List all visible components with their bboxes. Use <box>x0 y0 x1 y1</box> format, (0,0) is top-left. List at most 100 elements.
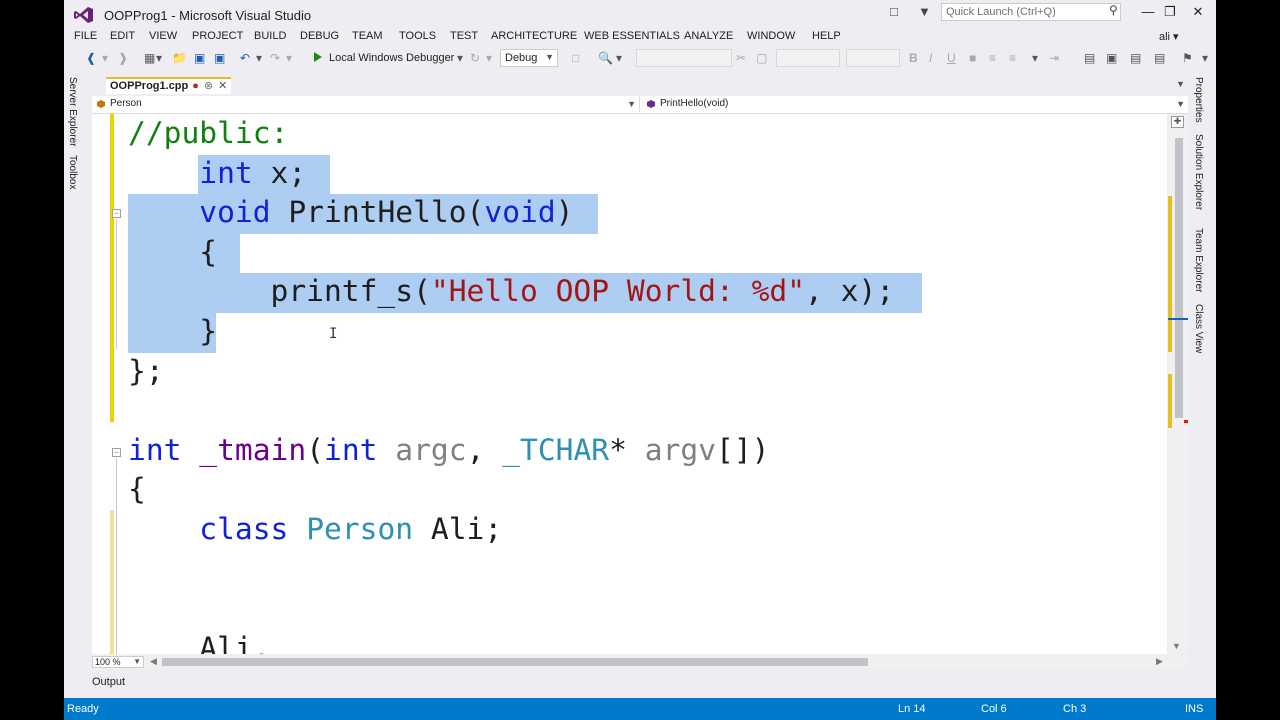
window-title: OOPProg1 - Microsoft Visual Studio <box>104 8 312 23</box>
search-icon[interactable]: ⚲ <box>1109 3 1118 17</box>
scope-dropdown[interactable]: Person ▼ <box>92 96 640 112</box>
menu-debug[interactable]: DEBUG <box>300 30 339 42</box>
comment-icon[interactable]: ▤ <box>1130 51 1141 65</box>
code-token: }; <box>128 353 164 388</box>
menu-team[interactable]: TEAM <box>352 30 383 42</box>
scroll-left-icon[interactable]: ◀ <box>150 656 157 667</box>
bookmark-icon[interactable]: ▣ <box>1106 51 1117 65</box>
start-debugger-button[interactable]: Local Windows Debugger <box>329 52 454 64</box>
solution-explorer-tab[interactable]: Solution Explorer <box>1193 134 1204 210</box>
dropdown-icon[interactable]: ▾ <box>486 51 492 65</box>
disabled-combo[interactable] <box>846 49 900 67</box>
underline-icon[interactable]: U <box>947 51 956 65</box>
toolbar-options-icon[interactable]: ▾ <box>1202 51 1208 65</box>
output-tab[interactable]: Output <box>92 676 125 688</box>
quick-launch-input[interactable]: Quick Launch (Ctrl+Q) <box>941 3 1121 21</box>
zoom-value: 100 % <box>95 657 121 667</box>
cut-icon[interactable]: ✂ <box>736 51 746 65</box>
pin-icon[interactable]: ⊗ <box>204 80 213 92</box>
disabled-combo[interactable] <box>776 49 840 67</box>
scope-value: Person <box>110 98 142 109</box>
user-account[interactable]: ali ▾ <box>1159 30 1179 43</box>
scroll-right-icon[interactable]: ▶ <box>1156 656 1163 667</box>
disabled-combo[interactable] <box>636 49 732 67</box>
status-state: Ready <box>67 703 99 715</box>
dropdown-icon[interactable]: ▾ <box>286 51 292 65</box>
team-explorer-tab[interactable]: Team Explorer <box>1193 228 1204 292</box>
copy-icon[interactable]: ▢ <box>756 51 767 65</box>
vertical-scroll-thumb[interactable] <box>1175 138 1183 418</box>
horizontal-scroll-thumb[interactable] <box>162 658 868 666</box>
scrollbar-change-marker <box>1168 196 1172 352</box>
code-token: , x); <box>805 274 895 309</box>
restore-button[interactable]: ❐ <box>1156 4 1184 20</box>
server-explorer-tab[interactable]: Server Explorer <box>67 77 78 146</box>
start-debugging-icon[interactable] <box>314 52 322 62</box>
scroll-down-icon[interactable]: ▼ <box>1172 641 1181 651</box>
zoom-select[interactable]: 100 % ▼ <box>92 656 144 668</box>
code-token: int <box>324 432 378 467</box>
solution-configuration-select[interactable]: Debug ▼ <box>500 49 558 67</box>
status-char: Ch 3 <box>1063 703 1087 715</box>
refresh-icon[interactable]: ↻ <box>470 51 480 65</box>
back-icon[interactable]: ❰ <box>86 51 96 65</box>
properties-tab[interactable]: Properties <box>1193 77 1204 123</box>
dropdown-icon[interactable]: ▾ <box>616 51 622 65</box>
collapse-icon[interactable]: − <box>112 209 121 218</box>
member-value: PrintHello(void) <box>660 98 729 109</box>
visual-studio-window: OOPProg1 - Microsoft Visual Studio □ ▼ Q… <box>64 0 1216 720</box>
font-color-icon[interactable]: ■ <box>969 51 976 65</box>
forward-icon[interactable]: ❱ <box>118 51 128 65</box>
save-all-icon[interactable]: ▣ <box>214 51 225 65</box>
menu-build[interactable]: BUILD <box>254 30 286 42</box>
menu-help[interactable]: HELP <box>812 30 841 42</box>
new-project-icon[interactable]: ▦ <box>144 51 155 65</box>
horizontal-scrollbar[interactable]: 100 % ▼ ◀ ▶ <box>92 655 1188 669</box>
menu-view[interactable]: VIEW <box>149 30 177 42</box>
redo-icon[interactable]: ↷ <box>270 51 280 65</box>
tab-list-icon[interactable]: ▼ <box>1176 79 1185 89</box>
bold-icon[interactable]: B <box>909 51 918 65</box>
notifications-filter-icon[interactable]: ▼ <box>918 4 931 19</box>
close-button[interactable]: ✕ <box>1184 4 1212 20</box>
member-dropdown[interactable]: PrintHello(void) ▼ <box>642 96 1188 112</box>
browse-icon[interactable]: □ <box>572 51 579 65</box>
menu-tools[interactable]: TOOLS <box>399 30 436 42</box>
save-icon[interactable]: ▣ <box>194 51 205 65</box>
close-tab-icon[interactable]: ✕ <box>218 80 227 92</box>
open-file-icon[interactable]: 📁 <box>172 51 187 65</box>
menu-architecture[interactable]: ARCHITECTURE <box>491 30 577 42</box>
dropdown-icon[interactable]: ▾ <box>256 51 262 65</box>
uncomment-icon[interactable]: ▤ <box>1154 51 1165 65</box>
toolbox-icon[interactable]: ▤ <box>1084 51 1095 65</box>
dropdown-icon[interactable]: ▾ <box>102 51 108 65</box>
flag-icon[interactable]: ⚑ <box>1182 51 1193 65</box>
menu-edit[interactable]: EDIT <box>110 30 135 42</box>
menu-analyze[interactable]: ANALYZE <box>684 30 733 42</box>
collapse-icon[interactable]: − <box>112 448 121 457</box>
dropdown-icon[interactable]: ▾ <box>457 51 463 65</box>
document-tab[interactable]: OOPProg1.cpp ● ⊗ ✕ <box>106 77 232 94</box>
bullets-icon[interactable]: ≡ <box>1009 51 1016 65</box>
menu-web-essentials[interactable]: WEB ESSENTIALS <box>584 30 680 42</box>
dropdown-icon[interactable]: ▾ <box>156 51 162 65</box>
menu-window[interactable]: WINDOW <box>747 30 795 42</box>
menu-test[interactable]: TEST <box>450 30 478 42</box>
find-icon[interactable]: 🔍 <box>598 51 613 65</box>
class-icon <box>97 100 105 108</box>
code-token: Ali; <box>413 511 503 546</box>
dropdown-icon[interactable]: ▾ <box>1032 51 1038 65</box>
menu-project[interactable]: PROJECT <box>192 30 243 42</box>
italic-icon[interactable]: I <box>929 51 932 65</box>
menu-file[interactable]: FILE <box>74 30 97 42</box>
split-window-icon[interactable]: ✚ <box>1171 116 1184 128</box>
code-editor[interactable]: − − //public: int x; void PrintHello(voi… <box>92 114 1167 654</box>
align-icon[interactable]: ≡ <box>989 51 996 65</box>
toolbox-tab[interactable]: Toolbox <box>67 155 78 189</box>
class-view-tab[interactable]: Class View <box>1193 304 1204 353</box>
indent-icon[interactable]: ⇥ <box>1049 51 1059 65</box>
feedback-icon[interactable]: □ <box>890 4 898 19</box>
undo-icon[interactable]: ↶ <box>240 51 250 65</box>
